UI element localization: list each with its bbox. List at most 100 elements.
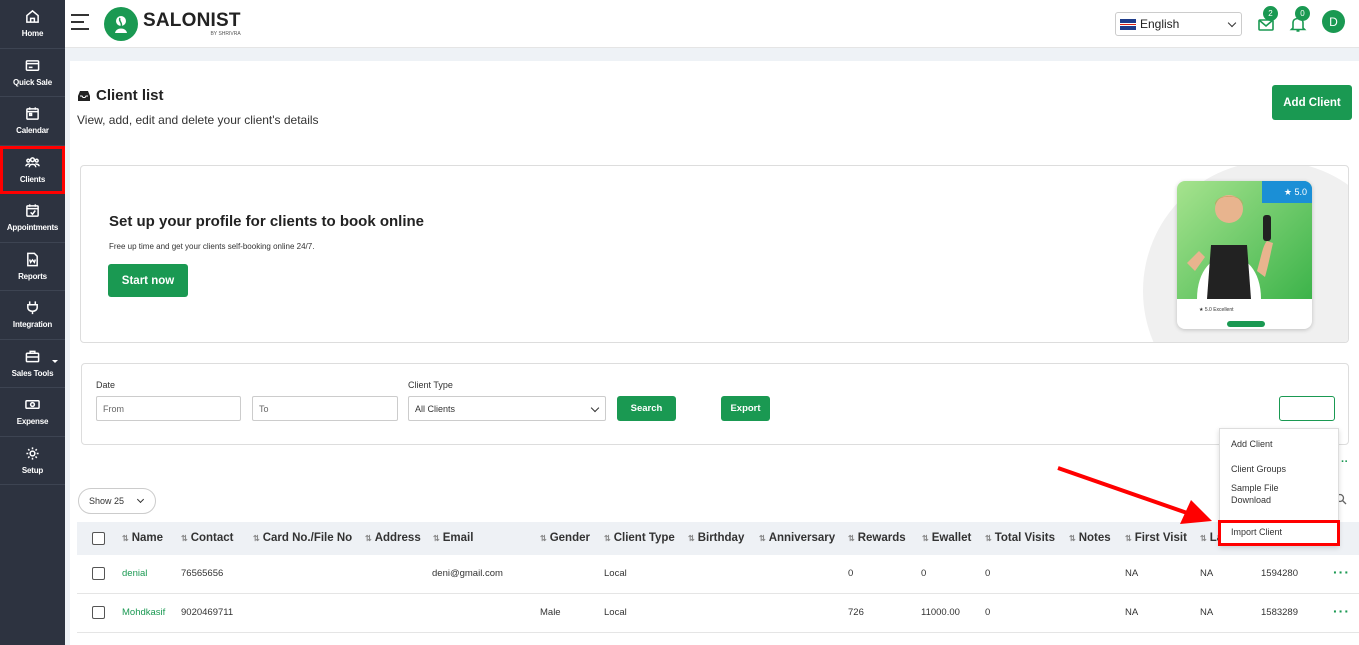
calendar-icon: [26, 107, 39, 121]
sidebar-item-integration[interactable]: Integration: [0, 291, 65, 340]
menu-item-add-client[interactable]: Add Client: [1231, 438, 1273, 450]
add-client-button[interactable]: Add Client: [1272, 85, 1352, 120]
sidebar-item-appointments[interactable]: Appointments: [0, 194, 65, 243]
column-header[interactable]: ⇅ Contact: [181, 532, 234, 544]
cell-contact: 76565656: [181, 568, 224, 579]
messages-button[interactable]: 2: [1257, 6, 1278, 33]
sidebar-item-label: Appointments: [6, 223, 59, 233]
sidebar-item-quick-sale[interactable]: Quick Sale: [0, 49, 65, 97]
start-now-button[interactable]: Start now: [108, 264, 188, 297]
sidebar-item-home[interactable]: Home: [0, 0, 65, 49]
cell-total-visits: 0: [985, 568, 991, 579]
promo-banner: Set up your profile for clients to book …: [80, 165, 1349, 343]
client-type-select[interactable]: All Clients: [408, 396, 606, 421]
column-options-icon[interactable]: ··: [1341, 456, 1348, 468]
sidebar-item-label: Clients: [19, 174, 46, 184]
export-button[interactable]: Export: [721, 396, 770, 421]
quick-sale-icon: [25, 59, 40, 71]
client-name-link[interactable]: Mohdkasif: [122, 607, 165, 618]
cell-rewards: 0: [848, 568, 854, 579]
notifications-button[interactable]: 0: [1289, 6, 1310, 33]
page-size-value: Show 25: [89, 496, 125, 506]
page-size-select[interactable]: Show 25: [78, 488, 156, 514]
appointments-icon: [26, 204, 39, 218]
menu-item-sample-file-download[interactable]: Sample File Download: [1231, 482, 1311, 506]
table-row[interactable]: denial 76565656 deni@gmail.com Local 0 0…: [77, 555, 1359, 594]
column-header[interactable]: ⇅ Card No./File No: [253, 532, 352, 544]
gear-icon: [26, 447, 39, 460]
mock-button: [1227, 321, 1265, 327]
select-all-checkbox[interactable]: [92, 532, 105, 545]
sidebar-item-sales-tools[interactable]: Sales Tools: [0, 340, 65, 388]
more-actions-button[interactable]: [1279, 396, 1335, 421]
column-header[interactable]: ⇅ Gender: [540, 532, 590, 544]
page-title: Client list: [77, 87, 164, 104]
column-header[interactable]: ⇅ Rewards: [848, 532, 906, 544]
cell-first-visit: NA: [1125, 607, 1139, 618]
messages-badge: 2: [1263, 6, 1278, 21]
column-header[interactable]: ⇅ Email: [433, 532, 473, 544]
cell-client-type: Local: [604, 607, 627, 618]
sidebar-item-expense[interactable]: Expense: [0, 388, 65, 437]
sidebar-item-label: Integration: [12, 320, 53, 330]
logo-mark: [104, 7, 138, 41]
row-checkbox[interactable]: [92, 567, 105, 580]
sidebar-item-setup[interactable]: Setup: [0, 437, 65, 485]
cell-first-visit: NA: [1125, 568, 1139, 579]
column-header[interactable]: ⇅ Notes: [1069, 532, 1111, 544]
main-content: Client list View, add, edit and delete y…: [70, 61, 1359, 645]
expense-icon: [25, 400, 40, 410]
rating-caption: ★ 5.0 Excellent: [1199, 307, 1234, 313]
client-type-value: All Clients: [415, 403, 456, 414]
sidebar-item-reports[interactable]: Reports: [0, 243, 65, 291]
sidebar-item-label: Expense: [16, 417, 49, 427]
cell-contact: 9020469711: [181, 607, 234, 618]
column-header[interactable]: ⇅ Total Visits: [985, 532, 1055, 544]
column-header[interactable]: ⇅ Ewallet: [922, 532, 971, 544]
page-title-text: Client list: [96, 87, 164, 104]
chevron-down-icon: [1227, 18, 1237, 28]
client-name-link[interactable]: denial: [122, 568, 147, 579]
sidebar-item-label: Setup: [21, 465, 44, 475]
logo-text: SALONIST: [143, 10, 241, 31]
highlight-box: [1218, 520, 1340, 546]
language-select[interactable]: English: [1115, 12, 1242, 36]
column-header[interactable]: ⇅ Address: [365, 532, 421, 544]
logo[interactable]: SALONIST BY SHRIVRA: [104, 7, 241, 41]
row-actions-icon[interactable]: ···: [1333, 603, 1350, 619]
cell-last-visit: NA: [1200, 607, 1214, 618]
column-header[interactable]: ⇅ First Visit: [1125, 532, 1187, 544]
date-label: Date: [96, 380, 116, 390]
promo-subtitle: Free up time and get your clients self-b…: [109, 242, 315, 251]
promo-title: Set up your profile for clients to book …: [109, 213, 425, 230]
sidebar-item-calendar[interactable]: Calendar: [0, 97, 65, 146]
sidebar: Home Quick Sale Calendar Clients Appoint…: [0, 0, 65, 645]
hamburger-menu-icon[interactable]: [71, 14, 89, 35]
avatar[interactable]: D: [1322, 10, 1345, 33]
date-to-input[interactable]: To: [252, 396, 398, 421]
column-header[interactable]: ⇅ Name: [122, 532, 163, 544]
menu-item-client-groups[interactable]: Client Groups: [1231, 463, 1286, 475]
integration-icon: [27, 301, 38, 315]
chevron-down-icon: [590, 403, 600, 413]
rating-chip: ★ 5.0: [1262, 181, 1312, 203]
search-button[interactable]: Search: [617, 396, 676, 421]
uk-flag-icon: [1120, 18, 1136, 30]
column-header[interactable]: ⇅ Birthday: [688, 532, 744, 544]
table-row[interactable]: Mohdkasif 9020469711 Male Local 726 1100…: [77, 594, 1359, 633]
cell-client-type: Local: [604, 568, 627, 579]
date-from-input[interactable]: From: [96, 396, 241, 421]
reports-icon: [27, 252, 38, 267]
home-icon: [26, 10, 39, 24]
column-header[interactable]: ⇅ Client Type: [604, 532, 675, 544]
cell-gender: Male: [540, 607, 561, 618]
table-header: ⇅ Name ⇅ Contact ⇅ Card No./File No ⇅ Addres…: [77, 522, 1359, 555]
page-subtitle: View, add, edit and delete your client's…: [77, 113, 319, 127]
row-actions-icon[interactable]: ···: [1333, 564, 1350, 580]
chevron-down-icon: [136, 495, 145, 504]
sidebar-item-label: Reports: [18, 271, 47, 281]
sidebar-item-clients[interactable]: Clients: [0, 145, 65, 194]
column-header[interactable]: ⇅ Anniversary: [759, 532, 835, 544]
row-checkbox[interactable]: [92, 606, 105, 619]
sidebar-item-label: Home: [21, 29, 44, 39]
